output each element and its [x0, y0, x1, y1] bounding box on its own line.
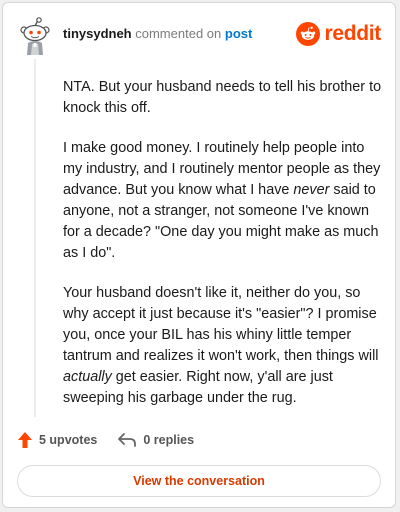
comment-paragraph: Your husband doesn't like it, neither do…: [63, 285, 379, 406]
reddit-wordmark: reddit: [324, 22, 381, 45]
action-text: commented on: [135, 26, 222, 41]
reddit-alien-icon: [296, 22, 321, 46]
reply-count: 0 replies: [143, 433, 195, 447]
comment-paragraph: I make good money. I routinely help peop…: [63, 140, 381, 261]
post-link[interactable]: post: [225, 26, 252, 41]
reddit-logo[interactable]: reddit: [296, 21, 381, 47]
upvote-button[interactable]: 5 upvotes: [17, 431, 97, 449]
upvote-count: 5 upvotes: [39, 433, 98, 447]
comment-card: tinysydneh commented on post reddit NTA.…: [2, 2, 396, 508]
reply-button[interactable]: 0 replies: [117, 432, 194, 448]
comment-body: NTA. But your husband needs to tell his …: [63, 77, 385, 428]
thread-line[interactable]: [34, 59, 36, 417]
emphasis-text: never: [293, 182, 330, 198]
username[interactable]: tinysydneh: [63, 26, 132, 41]
upvote-arrow-icon: [18, 432, 32, 448]
comment-actions: 5 upvotes 0 replies: [17, 429, 214, 451]
avatar[interactable]: [17, 17, 53, 57]
snoo-avatar-icon: [20, 17, 50, 55]
comment-meta: tinysydneh commented on post: [63, 26, 252, 41]
comment-paragraph: NTA. But your husband needs to tell his …: [63, 79, 382, 116]
reply-arrow-icon: [118, 433, 137, 447]
comment-header: tinysydneh commented on post reddit: [17, 17, 381, 55]
emphasis-text: actually: [63, 369, 112, 385]
view-conversation-button[interactable]: View the conversation: [17, 465, 381, 497]
